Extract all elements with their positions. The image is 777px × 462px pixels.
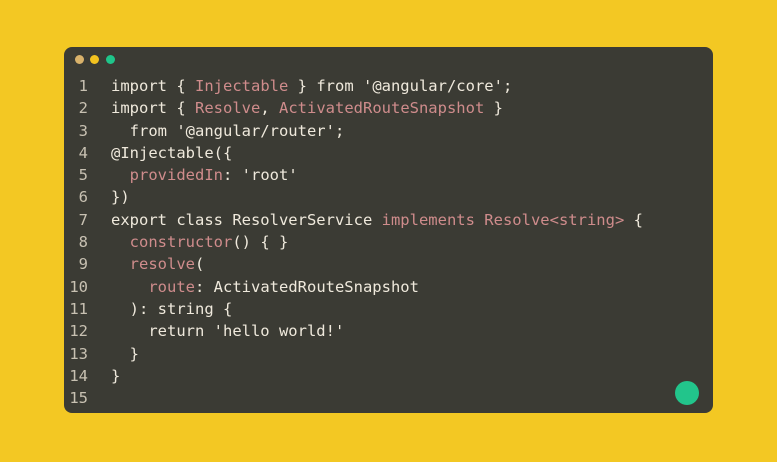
line-number: 7 xyxy=(78,210,88,229)
code-token: implements xyxy=(381,210,475,229)
code-token: constructor xyxy=(129,233,233,252)
code-text: route: ActivatedRouteSnapshot xyxy=(111,276,419,298)
code-line: 15 xyxy=(64,387,713,409)
floating-action-button[interactable] xyxy=(675,381,699,405)
line-number: 5 xyxy=(78,166,88,185)
code-token: from '@angular/router'; xyxy=(111,121,345,140)
code-line: 9 resolve( xyxy=(64,253,713,275)
code-line: 13 } xyxy=(64,343,713,365)
code-text: providedIn: 'root' xyxy=(111,164,298,186)
code-line: 14} xyxy=(64,365,713,387)
code-window: 1 import { Injectable } from '@angular/co… xyxy=(64,47,713,413)
line-number: 12 xyxy=(69,322,88,341)
line-number: 3 xyxy=(78,121,88,140)
maximize-dot-icon[interactable] xyxy=(106,55,115,64)
code-token: ActivatedRouteSnapshot xyxy=(279,99,485,118)
close-dot-icon[interactable] xyxy=(75,55,84,64)
code-text: }) xyxy=(111,186,130,208)
code-line: 1 import { Injectable } from '@angular/co… xyxy=(64,75,713,97)
code-token: } xyxy=(484,99,503,118)
code-text: ): string { xyxy=(111,298,233,320)
code-token: } xyxy=(111,344,139,363)
code-text: @Injectable({ xyxy=(111,142,232,164)
code-text: export class ResolverService implements … xyxy=(111,209,643,231)
code-token: Injectable xyxy=(195,77,289,95)
line-number: 11 xyxy=(69,299,88,318)
code-token: import { xyxy=(111,99,195,118)
code-token: export class ResolverService xyxy=(111,210,382,229)
code-token: } from '@angular/core'; xyxy=(288,77,513,95)
line-number: 1 xyxy=(78,77,88,95)
line-number: 6 xyxy=(78,188,88,207)
line-number: 4 xyxy=(78,143,88,162)
code-token: () { } xyxy=(232,233,289,252)
code-token: : ActivatedRouteSnapshot xyxy=(195,277,419,296)
code-token: providedIn xyxy=(129,166,223,185)
line-number: 13 xyxy=(69,344,88,363)
code-line: 3 from '@angular/router'; xyxy=(64,120,713,142)
code-text: } xyxy=(111,343,139,365)
code-token: ): string { xyxy=(111,299,233,318)
code-text: constructor() { } xyxy=(111,231,289,253)
line-number: 2 xyxy=(78,99,88,118)
line-number: 14 xyxy=(69,366,88,385)
code-line: 5 providedIn: 'root' xyxy=(64,164,713,186)
line-number: 8 xyxy=(78,233,88,252)
code-line: 4 @Injectable({ xyxy=(64,142,713,164)
code-token: } xyxy=(111,366,121,385)
code-line: 12 return 'hello world!' xyxy=(64,320,713,342)
code-line: 6}) xyxy=(64,186,713,208)
code-line: 11 ): string { xyxy=(64,298,713,320)
line-number: 9 xyxy=(78,255,88,274)
code-token: , xyxy=(260,99,279,118)
code-token: : 'root' xyxy=(223,166,298,185)
code-line: 8 constructor() { } xyxy=(64,231,713,253)
line-number: 10 xyxy=(69,277,88,296)
code-text: return 'hello world!' xyxy=(111,320,344,342)
code-editor[interactable]: 1 import { Injectable } from '@angular/co… xyxy=(64,75,713,409)
code-token: route xyxy=(148,277,195,296)
code-token: Resolve<string> xyxy=(484,210,625,229)
code-token: }) xyxy=(111,188,130,207)
code-line: 10 route: ActivatedRouteSnapshot xyxy=(64,276,713,298)
code-token: import { xyxy=(111,77,195,95)
code-token: resolve xyxy=(129,255,195,274)
code-line: 7 export class ResolverService implements… xyxy=(64,209,713,231)
code-token: @Injectable({ xyxy=(111,143,233,162)
code-text: } xyxy=(111,365,120,387)
code-text: import { Resolve, ActivatedRouteSnapshot… xyxy=(111,97,503,119)
code-text: resolve( xyxy=(111,253,205,275)
code-token: Resolve xyxy=(195,99,261,118)
code-text: from '@angular/router'; xyxy=(111,120,345,142)
line-number: 15 xyxy=(69,389,88,408)
window-titlebar xyxy=(64,47,713,73)
code-token: ( xyxy=(195,255,205,274)
minimize-dot-icon[interactable] xyxy=(90,55,99,64)
code-token: return 'hello world!' xyxy=(111,322,345,341)
code-text: import { Injectable } from '@angular/cor… xyxy=(111,75,512,97)
code-token: { xyxy=(624,210,643,229)
code-line: 2 import { Resolve, ActivatedRouteSnapsho… xyxy=(64,97,713,119)
